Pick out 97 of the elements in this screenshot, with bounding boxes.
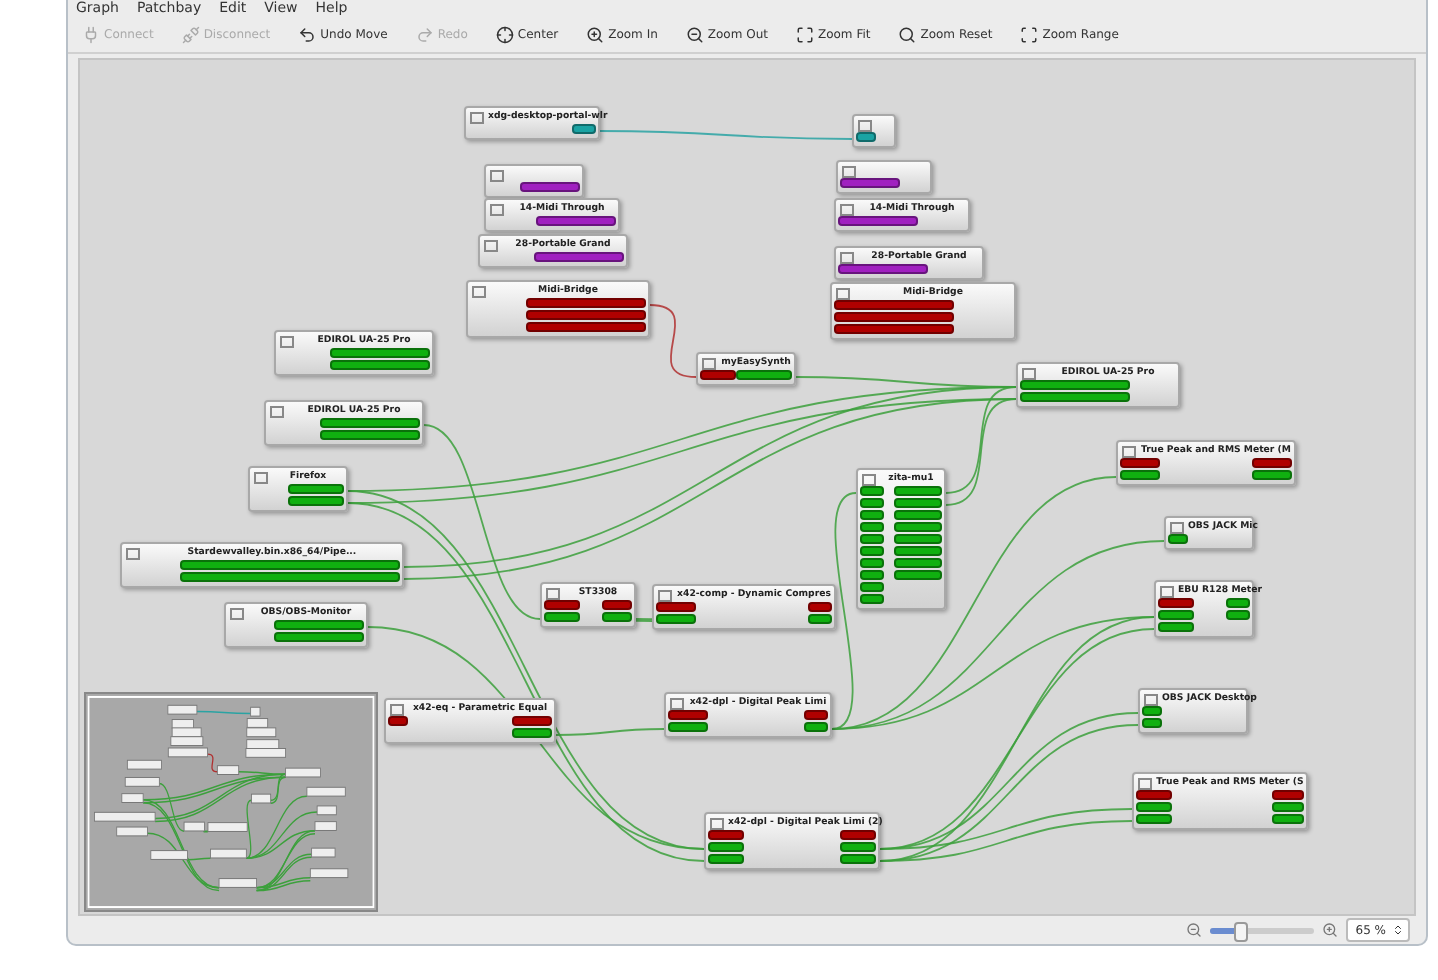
- slider-thumb[interactable]: [1234, 921, 1249, 941]
- redo-icon: [415, 25, 434, 43]
- output-port[interactable]: [288, 496, 344, 506]
- input-port[interactable]: [860, 582, 884, 592]
- node-icon: [484, 239, 498, 251]
- node-icon: [280, 335, 294, 347]
- input-port[interactable]: [860, 486, 884, 496]
- output-port[interactable]: [1226, 610, 1250, 620]
- output-port[interactable]: [1272, 814, 1304, 824]
- input-port[interactable]: [840, 178, 900, 188]
- output-port[interactable]: [1272, 802, 1304, 812]
- input-port[interactable]: [1136, 802, 1172, 812]
- input-port[interactable]: [860, 570, 884, 580]
- input-port[interactable]: [708, 842, 744, 852]
- output-port[interactable]: [840, 854, 876, 864]
- input-port[interactable]: [860, 546, 884, 556]
- input-port[interactable]: [860, 534, 884, 544]
- input-port[interactable]: [668, 710, 708, 720]
- output-port[interactable]: [1226, 598, 1250, 608]
- input-port[interactable]: [1020, 380, 1130, 390]
- input-port[interactable]: [1120, 458, 1160, 468]
- output-port[interactable]: [736, 370, 792, 380]
- output-port[interactable]: [894, 546, 942, 556]
- output-port[interactable]: [1272, 790, 1304, 800]
- zoom-out-icon: [1185, 922, 1202, 938]
- output-port[interactable]: [894, 570, 942, 580]
- node-icon: [490, 203, 504, 215]
- node-box[interactable]: [852, 114, 896, 148]
- input-port[interactable]: [856, 132, 876, 142]
- crosshair-icon: [495, 25, 514, 43]
- output-port[interactable]: [808, 602, 832, 612]
- input-port[interactable]: [544, 600, 580, 610]
- input-port[interactable]: [656, 602, 696, 612]
- plug-icon: [82, 25, 100, 43]
- input-port[interactable]: [834, 324, 954, 334]
- output-port[interactable]: [894, 498, 942, 508]
- input-port[interactable]: [860, 522, 884, 532]
- zoom-fit-icon: [795, 25, 814, 43]
- zoom-in-icon: [1321, 922, 1338, 938]
- output-port[interactable]: [602, 600, 632, 610]
- node-icon: [270, 405, 284, 417]
- input-port[interactable]: [1158, 598, 1194, 608]
- input-port[interactable]: [708, 854, 744, 864]
- output-port[interactable]: [840, 842, 876, 852]
- input-port[interactable]: [668, 722, 708, 732]
- input-port[interactable]: [834, 312, 954, 322]
- input-port[interactable]: [1168, 534, 1188, 544]
- input-port[interactable]: [1020, 392, 1130, 402]
- input-port[interactable]: [860, 558, 884, 568]
- output-port[interactable]: [808, 614, 832, 624]
- zoom-reset-icon: [898, 25, 917, 43]
- input-port[interactable]: [860, 594, 884, 604]
- output-port[interactable]: [512, 716, 552, 726]
- output-port[interactable]: [602, 612, 632, 622]
- unplug-icon: [181, 25, 200, 43]
- undo-icon: [298, 25, 317, 43]
- output-port[interactable]: [804, 710, 828, 720]
- output-port[interactable]: [288, 484, 344, 494]
- output-port[interactable]: [1252, 470, 1292, 480]
- input-port[interactable]: [834, 300, 954, 310]
- output-port[interactable]: [804, 722, 828, 732]
- input-port[interactable]: [1136, 790, 1172, 800]
- output-port[interactable]: [894, 510, 942, 520]
- node-icon: [126, 547, 140, 559]
- input-port[interactable]: [1142, 706, 1162, 716]
- output-port[interactable]: [894, 534, 942, 544]
- input-port[interactable]: [838, 264, 928, 274]
- input-port[interactable]: [1158, 610, 1194, 620]
- input-port[interactable]: [544, 612, 580, 622]
- input-port[interactable]: [1120, 470, 1160, 480]
- input-port[interactable]: [388, 716, 408, 726]
- node-icon: [254, 471, 268, 483]
- node-box[interactable]: [484, 164, 584, 198]
- zoom-out-icon: [685, 25, 704, 43]
- input-port[interactable]: [860, 498, 884, 508]
- input-port[interactable]: [1136, 814, 1172, 824]
- output-port[interactable]: [840, 830, 876, 840]
- output-port[interactable]: [572, 124, 596, 134]
- input-port[interactable]: [1158, 622, 1194, 632]
- input-port[interactable]: [838, 216, 918, 226]
- input-port[interactable]: [708, 830, 744, 840]
- node-box[interactable]: [836, 160, 932, 194]
- zoom-in-icon: [586, 25, 605, 43]
- output-port[interactable]: [894, 522, 942, 532]
- input-port[interactable]: [700, 370, 736, 380]
- node-icon: [472, 285, 486, 297]
- node-icon: [230, 607, 244, 619]
- output-port[interactable]: [512, 728, 552, 738]
- input-port[interactable]: [656, 614, 696, 624]
- zoom-range-icon: [1020, 25, 1039, 43]
- node-icon: [470, 111, 484, 123]
- input-port[interactable]: [1142, 718, 1162, 728]
- output-port[interactable]: [1252, 458, 1292, 468]
- output-port[interactable]: [894, 558, 942, 568]
- input-port[interactable]: [860, 510, 884, 520]
- node-icon: [490, 169, 504, 181]
- output-port[interactable]: [894, 486, 942, 496]
